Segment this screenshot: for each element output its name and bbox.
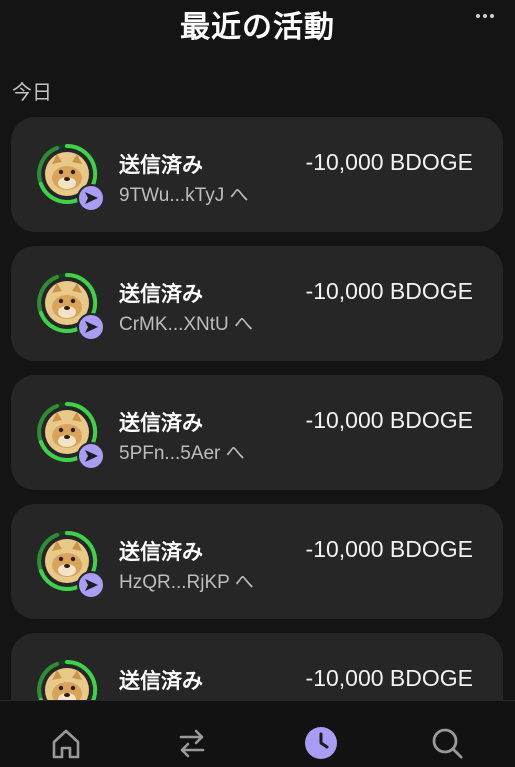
section-label-today: 今日 bbox=[12, 80, 52, 104]
amount: -10,000 BDOGE bbox=[305, 149, 473, 175]
activity-item[interactable]: 送信済み 5PFn...5Aer へ -10,000 BDOGE bbox=[11, 375, 503, 490]
sent-arrow-icon bbox=[77, 442, 105, 470]
recipient-address: 9TWu...kTyJ へ bbox=[119, 185, 249, 206]
amount: -10,000 BDOGE bbox=[305, 665, 473, 691]
sent-arrow-icon bbox=[77, 184, 105, 212]
activity-list: 送信済み 9TWu...kTyJ へ -10,000 BDOGE 送信済み Cr… bbox=[11, 117, 503, 762]
status-label: 送信済み bbox=[119, 282, 203, 306]
status-label: 送信済み bbox=[119, 411, 203, 435]
history-icon[interactable] bbox=[301, 723, 341, 763]
amount: -10,000 BDOGE bbox=[305, 536, 473, 562]
bottom-nav bbox=[0, 700, 515, 767]
home-icon[interactable] bbox=[46, 723, 86, 763]
status-label: 送信済み bbox=[119, 540, 203, 564]
search-icon[interactable] bbox=[427, 723, 467, 763]
sent-arrow-icon bbox=[77, 571, 105, 599]
amount: -10,000 BDOGE bbox=[305, 407, 473, 433]
activity-item[interactable]: 送信済み 9TWu...kTyJ へ -10,000 BDOGE bbox=[11, 117, 503, 232]
header: 最近の活動 bbox=[0, 0, 515, 48]
activity-item[interactable]: 送信済み HzQR...RjKP へ -10,000 BDOGE bbox=[11, 504, 503, 619]
status-label: 送信済み bbox=[119, 669, 203, 693]
swap-icon[interactable] bbox=[172, 723, 212, 763]
page-title: 最近の活動 bbox=[180, 10, 335, 45]
amount: -10,000 BDOGE bbox=[305, 278, 473, 304]
activity-item[interactable]: 送信済み CrMK...XNtU へ -10,000 BDOGE bbox=[11, 246, 503, 361]
recipient-address: HzQR...RjKP へ bbox=[119, 572, 254, 593]
recipient-address: 5PFn...5Aer へ bbox=[119, 443, 245, 464]
recipient-address: CrMK...XNtU へ bbox=[119, 314, 254, 335]
status-label: 送信済み bbox=[119, 153, 203, 177]
sent-arrow-icon bbox=[77, 313, 105, 341]
more-options-icon[interactable] bbox=[471, 6, 499, 26]
